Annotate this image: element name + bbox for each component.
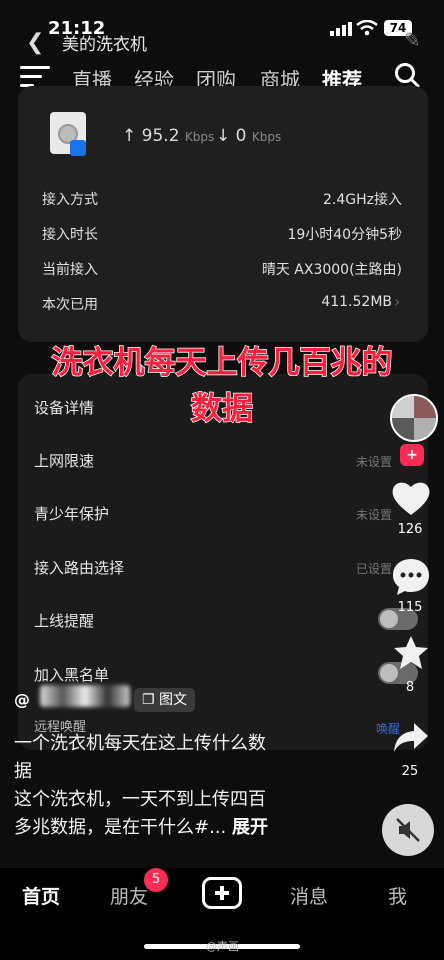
caption-line4: 多兆数据，是在干什么#... [14, 817, 227, 838]
nav-friends[interactable]: 朋友 [110, 882, 148, 909]
access-mode-label: 接入方式 [42, 192, 98, 208]
youth-protection-value: 未设置 [355, 508, 392, 522]
follow-button[interactable]: + [400, 444, 424, 466]
overlay-title-line2: 数据 [190, 390, 254, 428]
download-speed: ↓ 0 Kbps [216, 126, 282, 146]
router-select-value: 已设置 [355, 562, 392, 576]
share-count: 25 [401, 764, 419, 779]
speed-limit-value: 未设置 [355, 455, 392, 469]
wifi-icon [356, 20, 378, 36]
mute-speaker-icon [396, 818, 420, 842]
nav-messages[interactable]: 消息 [290, 882, 328, 909]
like-count: 126 [397, 522, 423, 537]
current-access-value: 晴天 AX3000(主路由) [261, 262, 402, 278]
overlay-title: 洗衣机每天上传几百兆的 数据 [20, 340, 424, 432]
author-avatar[interactable] [390, 394, 438, 442]
expand-link[interactable]: 展开 [232, 817, 268, 838]
overlay-title-line1: 洗衣机每天上传几百兆的 [51, 344, 394, 382]
midea-logo-icon [70, 140, 86, 156]
access-duration-label: 接入时长 [42, 227, 98, 243]
youth-protection-item[interactable]: 青少年保护 [34, 503, 109, 524]
data-used-label: 本次已用 [42, 297, 98, 313]
mute-button[interactable] [382, 804, 434, 856]
download-speed-unit: Kbps [251, 130, 282, 144]
download-speed-value: 0 [235, 126, 247, 146]
access-duration-value: 19小时40分钟5秒 [287, 227, 402, 243]
nav-me[interactable]: 我 [388, 882, 407, 909]
image-text-icon: ❐ [142, 692, 160, 708]
upload-speed: ↑ 95.2 Kbps [122, 126, 215, 146]
online-alert-item: 上线提醒 [34, 612, 95, 630]
app-title: 美的洗衣机 [62, 35, 147, 55]
upload-speed-value: 95.2 [141, 126, 180, 146]
author-prefix: @ [14, 690, 30, 709]
create-plus-button[interactable] [202, 877, 242, 909]
like-heart-icon[interactable] [390, 478, 432, 518]
comment-icon[interactable] [390, 556, 432, 598]
image-text-tag[interactable]: ❐ 图文 [134, 688, 196, 712]
router-select-item[interactable]: 接入路由选择 [34, 557, 124, 578]
blacklist-item: 加入黑名单 [34, 666, 110, 684]
back-chevron-icon[interactable]: ❮ [26, 30, 44, 55]
access-mode-value: 2.4GHz接入 [323, 192, 402, 208]
caption-line3: 这个洗衣机，一天不到上传四百 [14, 789, 266, 810]
chevron-right-icon[interactable]: › [394, 292, 400, 311]
image-text-label: 图文 [159, 692, 188, 708]
friends-badge: 5 [144, 868, 168, 892]
comment-count: 115 [397, 600, 423, 615]
favorite-count: 8 [405, 680, 415, 695]
author-name-blurred[interactable] [40, 685, 130, 707]
search-icon[interactable] [394, 62, 420, 88]
favorite-star-icon[interactable] [392, 634, 430, 672]
signal-icon [330, 22, 352, 36]
data-used-value: 411.52MB [321, 294, 392, 310]
nav-home[interactable]: 首页 [22, 882, 60, 909]
post-caption[interactable]: 一个洗衣机每天在这上传什么数 据 这个洗衣机，一天不到上传四百 多兆数据，是在干… [14, 730, 344, 842]
edit-pencil-icon[interactable]: ✎ [404, 28, 421, 52]
share-arrow-icon[interactable] [392, 720, 430, 756]
current-access-label: 当前接入 [42, 262, 98, 278]
caption-line2: 据 [14, 761, 32, 782]
upload-speed-unit: Kbps [184, 130, 215, 144]
speed-limit-item[interactable]: 上网限速 [34, 450, 94, 471]
watermark: @声画 [206, 940, 239, 953]
caption-line1: 一个洗衣机每天在这上传什么数 [14, 733, 266, 754]
